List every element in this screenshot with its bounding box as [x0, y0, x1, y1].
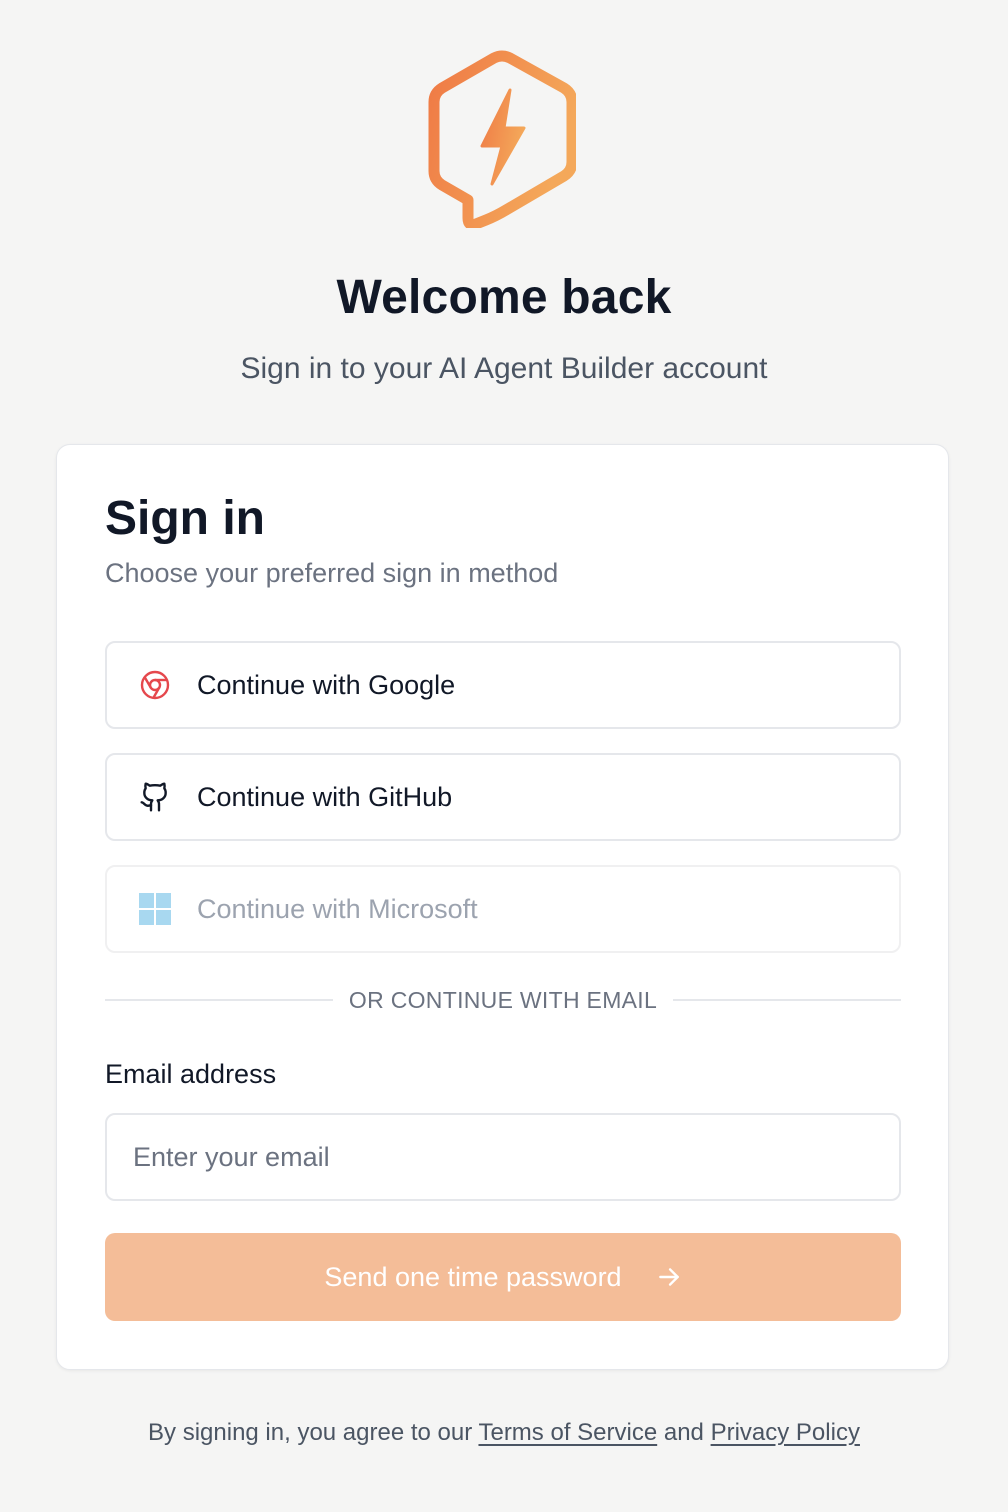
microsoft-button-label: Continue with Microsoft — [197, 893, 478, 924]
email-input[interactable] — [105, 1113, 901, 1201]
send-otp-button[interactable]: Send one time password — [105, 1233, 901, 1321]
email-label: Email address — [105, 1059, 277, 1089]
continue-with-google-button[interactable]: Continue with Google — [105, 641, 901, 729]
welcome-title: Welcome back — [336, 271, 672, 324]
lightning-bolt-chat-icon — [428, 50, 576, 228]
continue-with-github-button[interactable]: Continue with GitHub — [105, 753, 901, 841]
windows-icon — [137, 891, 173, 927]
footer-prefix: By signing in, you agree to our — [148, 1419, 479, 1446]
sign-in-page: Welcome back Sign in to your AI Agent Bu… — [0, 0, 1008, 1512]
send-otp-label: Send one time password — [324, 1261, 622, 1292]
divider-line-left — [105, 999, 333, 1001]
legal-footer: By signing in, you agree to our Terms of… — [0, 1419, 1008, 1447]
google-button-label: Continue with Google — [197, 669, 456, 700]
divider-text: OR CONTINUE WITH EMAIL — [348, 986, 658, 1013]
arrow-right-icon — [658, 1268, 679, 1286]
footer-and: and — [657, 1419, 711, 1446]
sign-in-card: Sign in Choose your preferred sign in me… — [56, 444, 949, 1370]
or-divider: OR CONTINUE WITH EMAIL — [105, 985, 902, 1015]
card-title: Sign in — [105, 492, 265, 545]
card-subtitle: Choose your preferred sign in method — [105, 558, 559, 588]
github-icon — [137, 779, 173, 815]
welcome-subtitle: Sign in to your AI Agent Builder account — [240, 352, 768, 385]
terms-of-service-link[interactable]: Terms of Service — [478, 1419, 657, 1446]
divider-line-right — [673, 999, 902, 1001]
github-button-label: Continue with GitHub — [197, 781, 453, 812]
chrome-icon — [137, 667, 173, 703]
privacy-policy-link[interactable]: Privacy Policy — [711, 1419, 860, 1446]
continue-with-microsoft-button[interactable]: Continue with Microsoft — [105, 865, 901, 953]
